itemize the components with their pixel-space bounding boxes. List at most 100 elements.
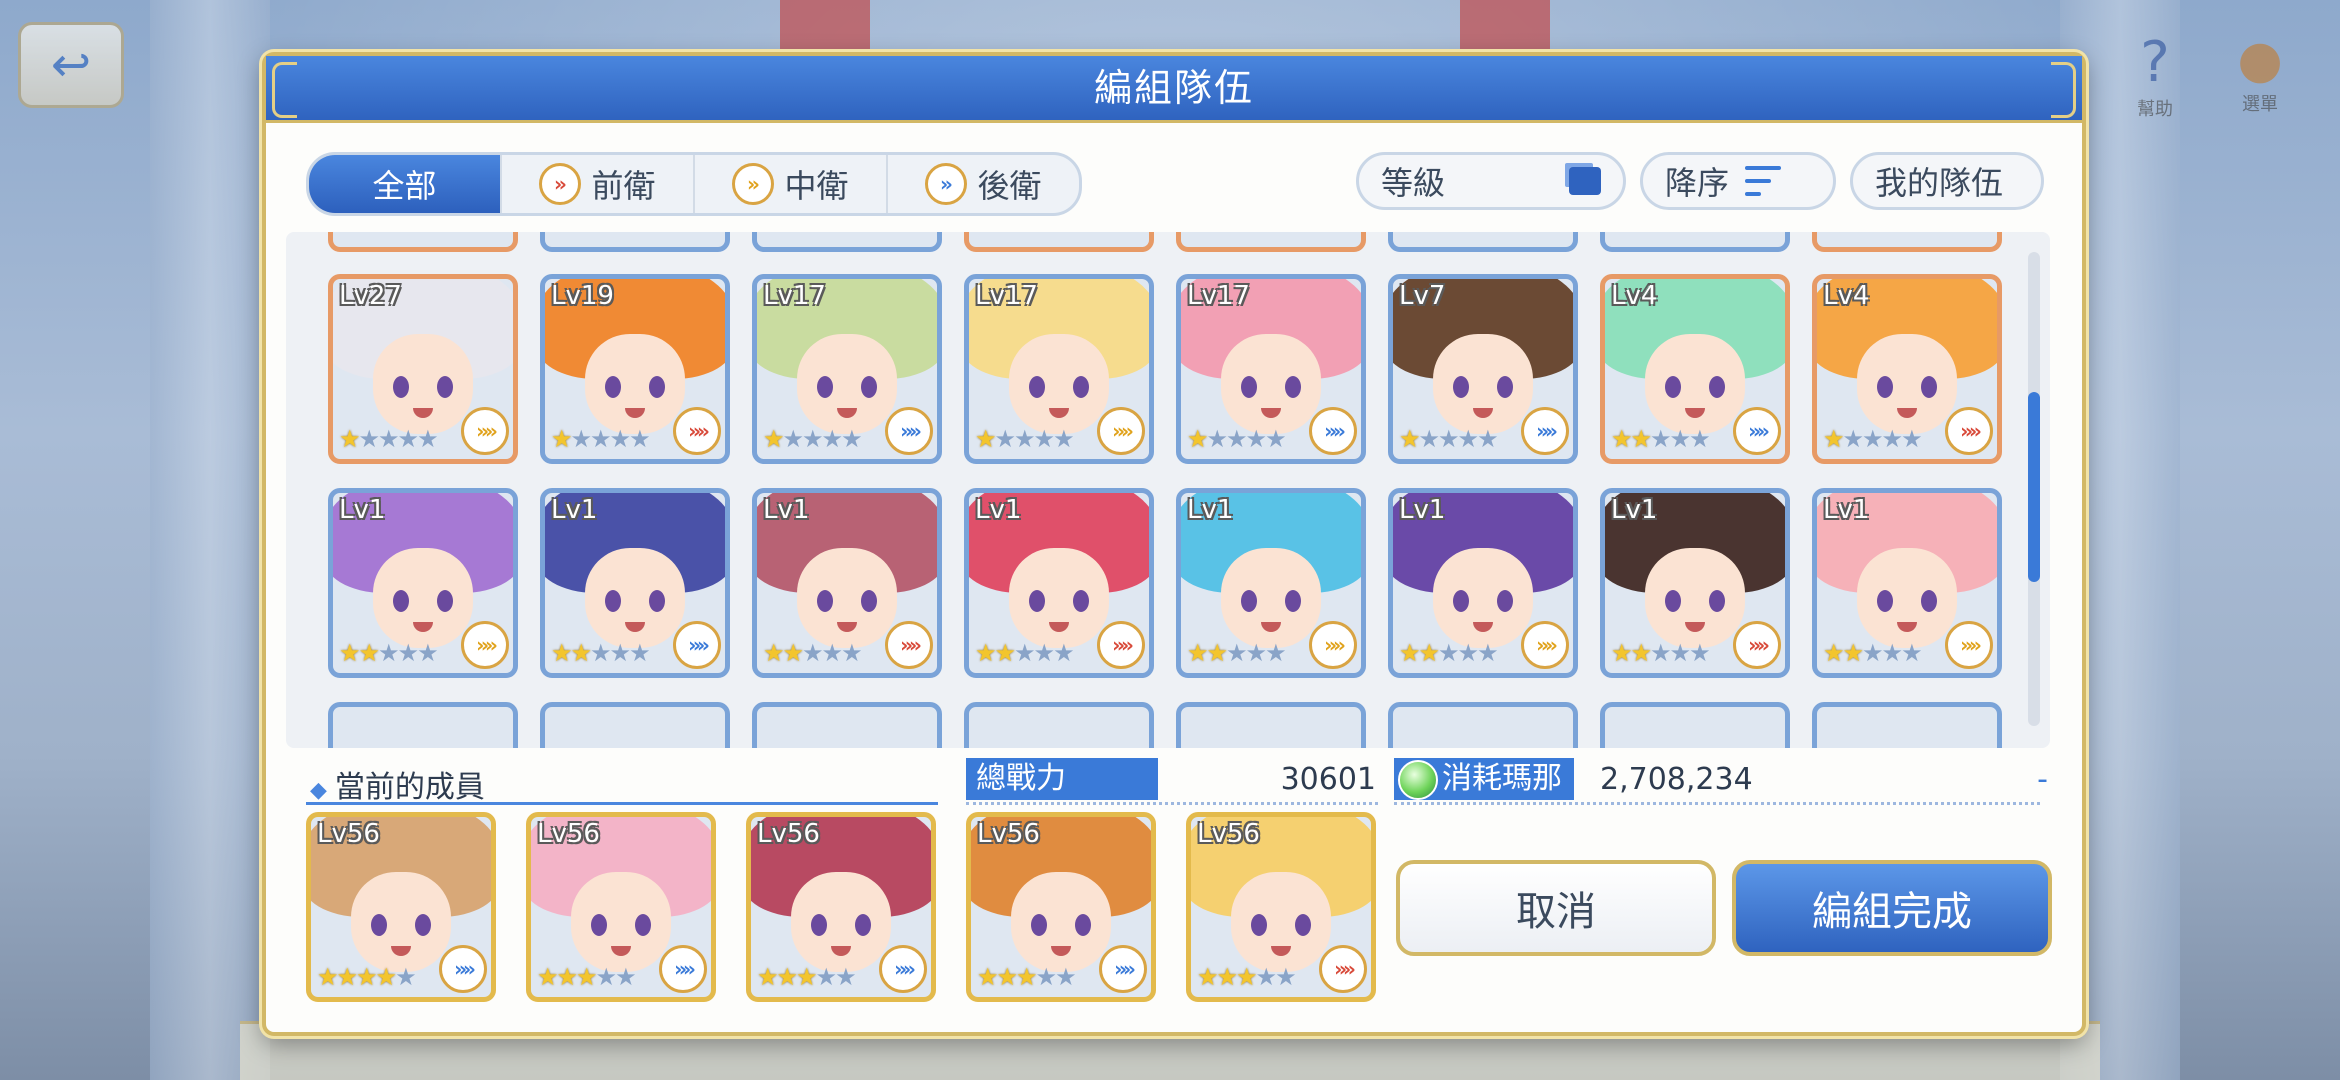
character-card[interactable]: Lv56 ★★★★★ »»: [1186, 812, 1376, 1002]
blue-chevron-icon: »»: [879, 945, 927, 993]
character-card[interactable]: Lv56 ★★★★★ »»: [306, 812, 496, 1002]
character-card[interactable]: [1600, 232, 1790, 252]
character-card[interactable]: Lv7 ★★★★★ »»: [1388, 274, 1578, 464]
help-button[interactable]: ? 幫助: [2120, 30, 2190, 120]
confirm-team-button[interactable]: 編組完成: [1732, 860, 2052, 956]
level-label: Lv17: [1187, 281, 1250, 311]
character-card[interactable]: [1176, 232, 1366, 252]
character-card[interactable]: Lv17 ★★★★★ »»: [752, 274, 942, 464]
character-card[interactable]: [1600, 702, 1790, 748]
character-card[interactable]: Lv17 ★★★★★ »»: [1176, 274, 1366, 464]
cancel-button[interactable]: 取消: [1396, 860, 1716, 956]
level-label: Lv56: [317, 819, 380, 849]
yellow-chevron-icon: »»: [461, 407, 509, 455]
character-card[interactable]: [540, 232, 730, 252]
sort-key-button[interactable]: 等級: [1356, 152, 1626, 210]
red-chevron-icon: »»: [885, 621, 933, 669]
character-card[interactable]: Lv56 ★★★★★ »»: [526, 812, 716, 1002]
character-card[interactable]: Lv4 ★★★★★ »»: [1812, 274, 2002, 464]
team-edit-dialog: 編組隊伍 全部 » 前衛 » 中衛 » 後衛 等級 降序 我的隊伍 Lv27 ★★★★★…: [262, 52, 2086, 1036]
yellow-chevron-icon: »»: [1309, 621, 1357, 669]
level-label: Lv56: [1197, 819, 1260, 849]
star-rating: ★★★★★: [763, 639, 863, 667]
star-rating: ★★★★★: [1197, 963, 1297, 991]
diamond-icon: ◆: [310, 778, 327, 803]
roster-scrollbar[interactable]: [2028, 252, 2040, 726]
red-chevron-icon: »»: [673, 407, 721, 455]
character-card[interactable]: [1812, 702, 2002, 748]
character-card[interactable]: [752, 702, 942, 748]
character-card[interactable]: [1388, 232, 1578, 252]
star-rating: ★★★★★: [1187, 425, 1287, 453]
sort-order-label: 降序: [1665, 164, 1730, 202]
cancel-label: 取消: [1516, 889, 1596, 935]
tab-back-label: 後衛: [977, 167, 1042, 205]
sort-order-button[interactable]: 降序: [1640, 152, 1836, 210]
character-card[interactable]: [540, 702, 730, 748]
yellow-chevron-icon: »»: [1521, 621, 1569, 669]
background-pillar: [150, 0, 270, 1080]
character-card[interactable]: Lv56 ★★★★★ »»: [966, 812, 1156, 1002]
star-rating: ★★★★★: [339, 639, 439, 667]
character-card[interactable]: [1812, 232, 2002, 252]
yellow-chevron-icon: »»: [461, 621, 509, 669]
blue-chevron-icon: »»: [439, 945, 487, 993]
dialog-title-bar: 編組隊伍: [266, 56, 2082, 123]
character-card[interactable]: Lv1 ★★★★★ »»: [1388, 488, 1578, 678]
character-card[interactable]: [328, 702, 518, 748]
blue-chevron-icon: »: [925, 163, 968, 205]
character-card[interactable]: Lv19 ★★★★★ »»: [540, 274, 730, 464]
level-label: Lv7: [1399, 281, 1446, 311]
menu-button[interactable]: ● 選單: [2220, 30, 2300, 120]
level-label: Lv1: [1823, 495, 1870, 525]
yellow-chevron-icon: »: [732, 163, 775, 205]
level-label: Lv27: [339, 281, 402, 311]
character-card[interactable]: [752, 232, 942, 252]
level-label: Lv17: [763, 281, 826, 311]
scroll-thumb[interactable]: [2028, 392, 2040, 582]
mana-gem-icon: [1398, 760, 1438, 800]
character-card[interactable]: [1388, 702, 1578, 748]
level-label: Lv1: [1399, 495, 1446, 525]
star-rating: ★★★★★: [1399, 425, 1499, 453]
character-card[interactable]: Lv1 ★★★★★ »»: [540, 488, 730, 678]
character-card[interactable]: Lv1 ★★★★★ »»: [752, 488, 942, 678]
mana-suffix: -: [2037, 762, 2048, 797]
back-icon: ↩: [50, 37, 92, 93]
character-card[interactable]: Lv1 ★★★★★ »»: [1812, 488, 2002, 678]
total-power-label: 總戰力: [966, 758, 1158, 800]
sort-descending-icon: [1745, 166, 1782, 196]
my-team-button[interactable]: 我的隊伍: [1850, 152, 2044, 210]
level-label: Lv1: [975, 495, 1022, 525]
character-card[interactable]: [964, 702, 1154, 748]
current-members-heading: ◆ 當前的成員: [310, 762, 485, 806]
red-chevron-icon: »»: [1319, 945, 1367, 993]
confirm-team-label: 編組完成: [1812, 889, 1972, 935]
level-label: Lv56: [757, 819, 820, 849]
character-card[interactable]: Lv1 ★★★★★ »»: [328, 488, 518, 678]
character-card[interactable]: Lv56 ★★★★★ »»: [746, 812, 936, 1002]
tab-front[interactable]: » 前衛: [502, 155, 695, 213]
character-card[interactable]: [1176, 702, 1366, 748]
character-roster[interactable]: Lv27 ★★★★★ »» Lv19 ★★★★★ »» Lv17 ★★★★★ »» Lv17 ★★★…: [286, 232, 2050, 748]
character-card[interactable]: Lv17 ★★★★★ »»: [964, 274, 1154, 464]
character-card[interactable]: Lv1 ★★★★★ »»: [1176, 488, 1366, 678]
blue-chevron-icon: »»: [673, 621, 721, 669]
blue-chevron-icon: »»: [1099, 945, 1147, 993]
corner-ornament: [272, 62, 297, 118]
back-button[interactable]: ↩: [18, 22, 124, 108]
tab-back[interactable]: » 後衛: [888, 155, 1079, 213]
character-card[interactable]: [964, 232, 1154, 252]
character-card[interactable]: Lv1 ★★★★★ »»: [1600, 488, 1790, 678]
tab-all[interactable]: 全部: [309, 155, 502, 213]
character-card[interactable]: [328, 232, 518, 252]
tab-middle[interactable]: » 中衛: [695, 155, 888, 213]
character-card[interactable]: Lv27 ★★★★★ »»: [328, 274, 518, 464]
star-rating: ★★★★★: [1823, 639, 1923, 667]
character-card[interactable]: Lv1 ★★★★★ »»: [964, 488, 1154, 678]
blue-chevron-icon: »»: [1733, 407, 1781, 455]
star-rating: ★★★★★: [1399, 639, 1499, 667]
character-card[interactable]: Lv4 ★★★★★ »»: [1600, 274, 1790, 464]
star-rating: ★★★★★: [551, 639, 651, 667]
star-rating: ★★★★★: [1187, 639, 1287, 667]
